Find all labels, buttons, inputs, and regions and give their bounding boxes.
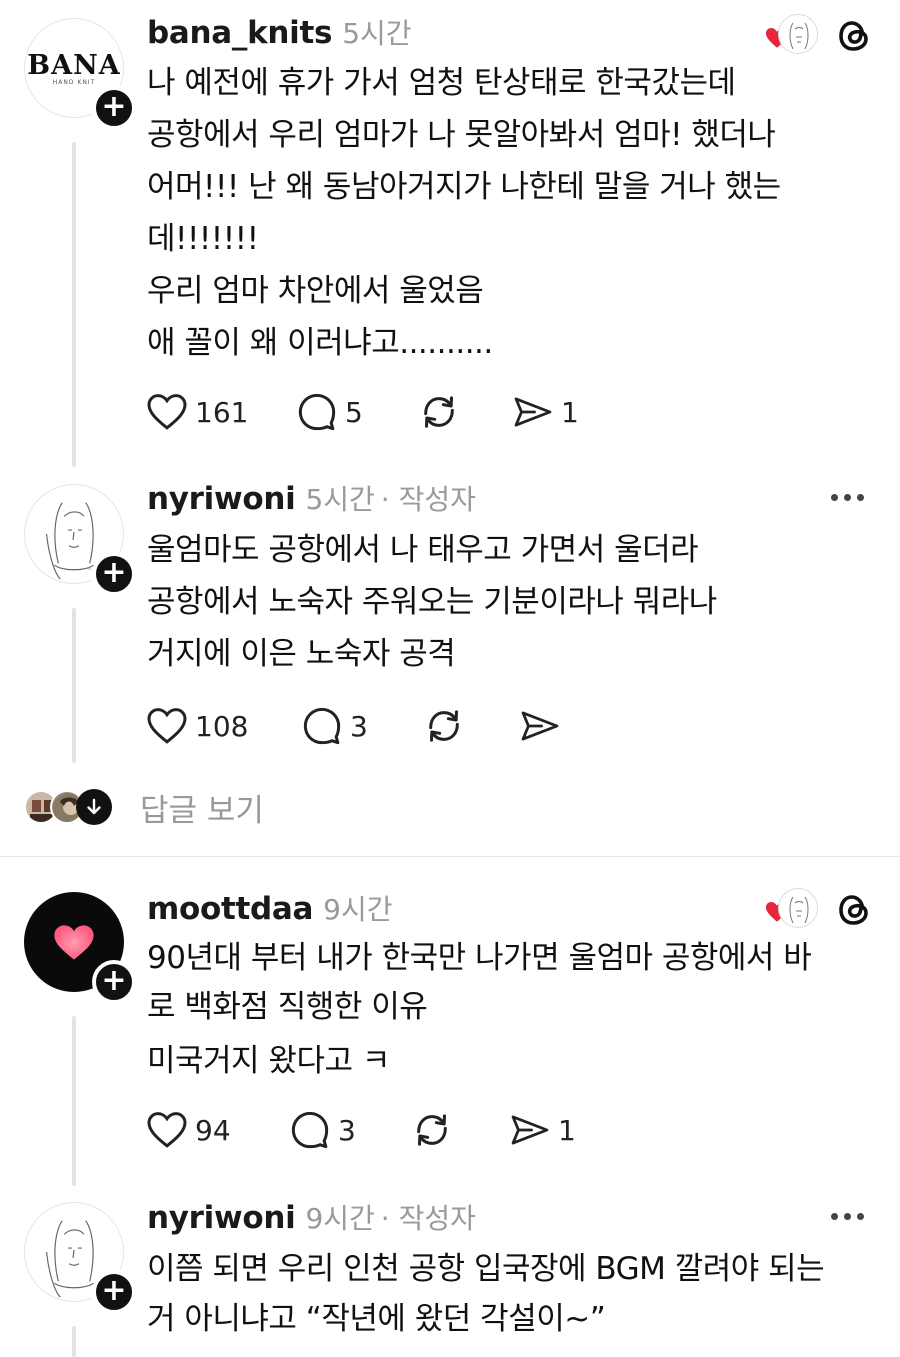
avatar-moottdaa[interactable]: + <box>24 892 136 1004</box>
like-button[interactable]: 161 <box>147 390 297 434</box>
avatar-bana-knits[interactable]: BANA HAND KNIT + <box>24 18 136 130</box>
share-count: 1 <box>558 1113 576 1147</box>
post-line: 로 백화점 직행한 이유 <box>147 989 428 1025</box>
heart-icon <box>147 1112 187 1148</box>
username[interactable]: moottdaa <box>147 891 313 927</box>
repost-button[interactable] <box>424 704 520 748</box>
arrow-down-icon <box>76 789 112 825</box>
like-button[interactable]: 108 <box>147 704 302 748</box>
post-time: 5시간 <box>305 483 375 516</box>
post-actions: 161 5 1 <box>147 390 579 434</box>
view-replies-row[interactable]: 답글 보기 <box>24 785 264 829</box>
post-line: 어머!!! 난 왜 동남아거지가 나한테 말을 거나 했는 <box>147 169 781 205</box>
view-replies-label[interactable]: 답글 보기 <box>140 785 264 830</box>
username[interactable]: nyriwoni <box>147 1200 296 1236</box>
threads-logo-icon[interactable] <box>836 17 872 55</box>
heart-icon <box>147 394 187 430</box>
post-header: nyriwoni 9시간 · 작성자 <box>147 1197 476 1237</box>
share-button[interactable]: 1 <box>510 1108 576 1152</box>
reply-count: 3 <box>350 709 368 743</box>
post-body: 울엄마도 공항에서 나 태우고 가면서 울더라 공항에서 노숙자 주워오는 기분… <box>147 524 867 680</box>
post-time: 9시간 <box>305 1202 375 1235</box>
share-count: 1 <box>561 395 579 429</box>
comment-icon <box>303 707 341 745</box>
username[interactable]: nyriwoni <box>147 481 296 517</box>
post-top-right <box>758 888 872 932</box>
post-line: 데!!!!!!! <box>147 221 259 257</box>
thread-line <box>72 608 76 763</box>
post-body: 90년대 부터 내가 한국만 나가면 울엄마 공항에서 바 로 백화점 직행한 … <box>147 934 867 1086</box>
like-count: 108 <box>195 709 249 743</box>
follow-plus-button[interactable]: + <box>92 960 136 1004</box>
author-mini-avatar <box>778 888 818 928</box>
liked-by-author[interactable] <box>758 888 818 932</box>
post-header: bana_knits 5시간 <box>147 12 412 52</box>
author-tag: · 작성자 <box>380 483 476 516</box>
more-icon[interactable] <box>831 1213 864 1220</box>
post-body: 나 예전에 휴가 가서 엄청 탄상태로 한국갔는데 공항에서 우리 엄마가 나 … <box>147 57 867 369</box>
reply-button[interactable]: 3 <box>290 1108 412 1152</box>
author-tag: · 작성자 <box>380 1202 476 1235</box>
post-actions: 108 3 <box>147 704 560 748</box>
repost-icon <box>424 396 454 428</box>
username[interactable]: bana_knits <box>147 15 332 51</box>
like-count: 161 <box>195 395 249 429</box>
repost-icon <box>417 1114 447 1146</box>
post-line: 우리 엄마 차안에서 울었음 <box>147 273 484 309</box>
avatar-nyriwoni[interactable]: ~ + <box>24 484 136 596</box>
more-icon[interactable] <box>831 494 864 501</box>
reply-count: 5 <box>345 395 363 429</box>
threads-logo-icon[interactable] <box>836 891 872 929</box>
post-body: 이쯤 되면 우리 인천 공항 입국장에 BGM 깔려야 되는 거 아니냐고 “작… <box>147 1244 867 1344</box>
post-line: 애 꼴이 왜 이러냐고.......... <box>147 325 493 361</box>
post-line: 이쯤 되면 우리 인천 공항 입국장에 BGM 깔려야 되는 <box>147 1251 825 1287</box>
follow-plus-button[interactable]: + <box>92 1270 136 1314</box>
avatar-logo-text: BANA <box>27 50 121 81</box>
share-icon <box>514 397 552 427</box>
post-time: 5시간 <box>342 17 412 50</box>
like-button[interactable]: 94 <box>147 1108 290 1152</box>
heart-icon <box>147 708 187 744</box>
reply-count: 3 <box>338 1113 356 1147</box>
thread-line <box>72 1326 76 1357</box>
post-line: 공항에서 우리 엄마가 나 못알아봐서 엄마! 했더나 <box>147 117 776 153</box>
post-line: 나 예전에 휴가 가서 엄청 탄상태로 한국갔는데 <box>147 65 736 101</box>
thread-line <box>72 1016 76 1186</box>
post-top-right <box>758 14 872 58</box>
avatar-nyriwoni[interactable]: + <box>24 1202 136 1314</box>
post-actions: 94 3 1 <box>147 1108 576 1152</box>
comment-icon <box>291 1111 329 1149</box>
repost-icon <box>429 710 459 742</box>
reply-button[interactable]: 3 <box>302 704 424 748</box>
thread-line <box>72 142 76 467</box>
post-line: 울엄마도 공항에서 나 태우고 가면서 울더라 <box>147 532 699 568</box>
repost-button[interactable] <box>412 1108 510 1152</box>
post-divider <box>0 856 900 857</box>
share-button[interactable] <box>520 704 560 748</box>
post-line: 공항에서 노숙자 주워오는 기분이라나 뭐라나 <box>147 584 717 620</box>
follow-plus-button[interactable]: + <box>92 86 136 130</box>
post-time: 9시간 <box>323 893 393 926</box>
liked-by-author[interactable] <box>758 14 818 58</box>
share-icon <box>511 1115 549 1145</box>
post-line: 90년대 부터 내가 한국만 나가면 울엄마 공항에서 바 <box>147 940 812 976</box>
like-count: 94 <box>195 1113 231 1147</box>
post-header: moottdaa 9시간 <box>147 888 393 928</box>
post-line: 거지에 이은 노숙자 공격 <box>147 636 456 672</box>
comment-icon <box>298 393 336 431</box>
follow-plus-button[interactable]: + <box>92 552 136 596</box>
share-button[interactable]: 1 <box>513 390 579 434</box>
author-mini-avatar <box>778 14 818 54</box>
post-header: nyriwoni 5시간 · 작성자 <box>147 478 476 518</box>
post-line: 거 아니냐고 “작년에 왔던 각설이~” <box>147 1301 606 1337</box>
repost-button[interactable] <box>419 390 513 434</box>
share-icon <box>521 711 559 741</box>
reply-button[interactable]: 5 <box>297 390 419 434</box>
post-line: 미국거지 왔다고 ㅋ <box>147 1043 390 1079</box>
